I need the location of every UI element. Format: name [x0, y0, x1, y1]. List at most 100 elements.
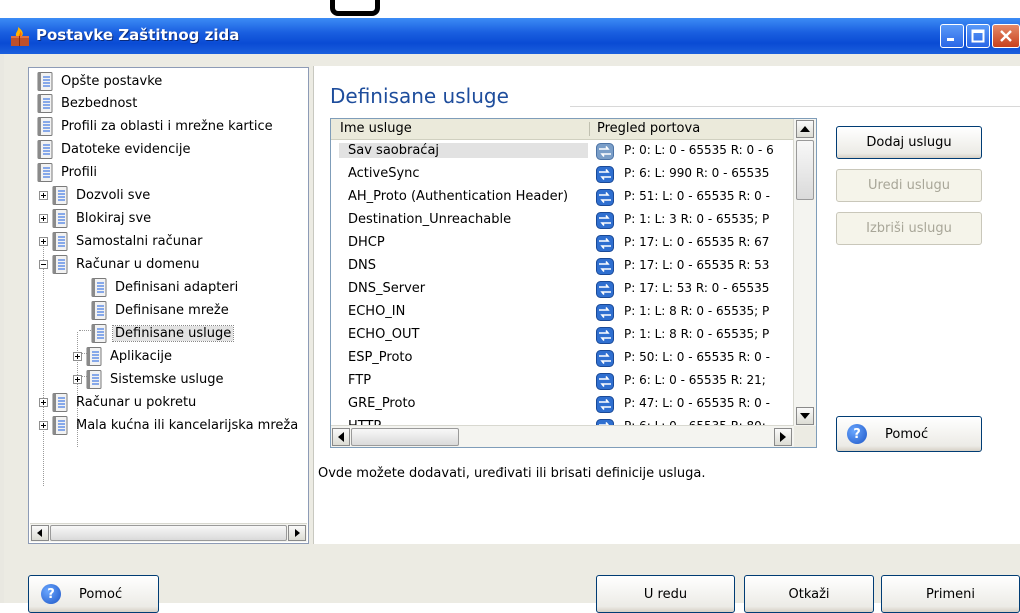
tree-connector	[79, 330, 91, 331]
cancel-button[interactable]: Otkaži	[744, 575, 874, 613]
collapse-minus-icon[interactable]	[39, 259, 48, 269]
apply-button[interactable]: Primeni	[881, 575, 1020, 613]
close-button[interactable]	[992, 24, 1020, 48]
tree-item-label: Definisani adapteri	[115, 279, 239, 295]
tree-item-standalone-computer[interactable]: Samostalni računar	[39, 230, 205, 252]
port-arrows-icon	[596, 327, 614, 344]
maximize-button[interactable]	[966, 24, 990, 48]
list-vertical-scrollbar[interactable]	[793, 119, 816, 427]
ok-label: U redu	[643, 586, 688, 602]
scroll-thumb[interactable]	[796, 140, 814, 200]
tree-item-defined-networks[interactable]: Definisane mreže	[91, 299, 231, 321]
list-row[interactable]: FTP P: 6: L: 0 - 65535 R: 21;	[331, 370, 794, 393]
settings-doc-icon	[37, 71, 53, 91]
tree-item-area-profiles[interactable]: Profili za oblasti i mrežne kartice	[37, 115, 275, 137]
scroll-thumb[interactable]	[50, 525, 287, 541]
service-ports: P: 51: L: 0 - 65535 R: 0 -	[624, 189, 770, 203]
list-row[interactable]: Destination_Unreachable P: 1: L: 3 R: 0 -…	[331, 209, 794, 232]
minimize-button[interactable]	[940, 24, 964, 48]
settings-tree[interactable]: Opšte postavke Bezbednost Profili za obl…	[28, 67, 309, 544]
tree-item-defined-services[interactable]: Definisane usluge	[91, 322, 235, 344]
service-ports: P: 0: L: 0 - 65535 R: 0 - 6	[624, 143, 774, 157]
expand-plus-icon[interactable]	[73, 374, 82, 384]
edit-service-button[interactable]: Uredi uslugu	[836, 169, 982, 202]
tree-item-system-services[interactable]: Sistemske usluge	[73, 368, 225, 390]
tree-item-label: Računar u pokretu	[76, 394, 197, 410]
scroll-up-button[interactable]	[796, 120, 814, 138]
service-name: Sav saobraćaj	[339, 143, 588, 158]
list-row[interactable]: Sav saobraćaj P: 0: L: 0 - 65535 R: 0 - 6	[331, 140, 794, 163]
settings-doc-icon	[52, 392, 68, 412]
tree-item-label: Profili	[61, 164, 98, 180]
close-icon	[1000, 30, 1012, 42]
scroll-right-button[interactable]	[288, 525, 306, 541]
expand-plus-icon[interactable]	[39, 236, 48, 246]
service-ports: P: 1: L: 8 R: 0 - 65535; P	[624, 304, 770, 318]
firewall-settings-window: Postavke Zaštitnog zida Opšte postavke B…	[0, 18, 1020, 613]
settings-doc-icon	[37, 116, 53, 136]
list-row[interactable]: ActiveSync P: 6: L: 990 R: 0 - 65535	[331, 163, 794, 186]
tree-item-log-files[interactable]: Datoteke evidencije	[37, 138, 192, 160]
settings-doc-icon	[52, 185, 68, 205]
port-arrows-icon	[596, 143, 614, 160]
settings-doc-icon	[52, 231, 68, 251]
settings-doc-icon	[52, 415, 68, 435]
delete-service-button[interactable]: Izbriši uslugu	[836, 212, 982, 245]
list-row[interactable]: DNS_Server P: 17: L: 53 R: 0 - 65535	[331, 278, 794, 301]
tree-item-small-office-network[interactable]: Mala kućna ili kancelarijska mreža	[39, 414, 300, 436]
list-row[interactable]: DHCP P: 17: L: 0 - 65535 R: 67	[331, 232, 794, 255]
expand-plus-icon[interactable]	[39, 397, 48, 407]
list-row[interactable]: DNS P: 17: L: 0 - 65535 R: 53	[331, 255, 794, 278]
tree-item-general[interactable]: Opšte postavke	[37, 70, 164, 92]
service-ports: P: 6: L: 0 - 65535 R: 21;	[624, 373, 766, 387]
ok-button[interactable]: U redu	[596, 575, 735, 613]
tree-horizontal-scrollbar[interactable]	[30, 523, 307, 542]
services-panel: Definisane usluge Ime usluge Pregled por…	[313, 66, 1020, 544]
arrow-left-icon	[37, 529, 42, 537]
service-ports: P: 1: L: 3 R: 0 - 65535; P	[624, 212, 770, 226]
panel-help-button[interactable]: ? Pomoć	[836, 416, 982, 452]
tree-item-label: Definisane mreže	[115, 302, 229, 318]
tree-item-domain-computer[interactable]: Računar u domenu	[39, 253, 202, 275]
expand-plus-icon[interactable]	[39, 213, 48, 223]
tree-item-security[interactable]: Bezbednost	[37, 92, 139, 114]
list-row[interactable]: AH_Proto (Authentication Header) P: 51: L…	[331, 186, 794, 209]
column-separator[interactable]	[589, 122, 590, 136]
scroll-down-button[interactable]	[796, 407, 814, 425]
tree-item-block-all[interactable]: Blokiraj sve	[39, 207, 153, 229]
list-row[interactable]: ECHO_IN P: 1: L: 8 R: 0 - 65535; P	[331, 301, 794, 324]
list-horizontal-scrollbar[interactable]	[331, 425, 794, 447]
settings-doc-icon	[86, 346, 102, 366]
column-header-name[interactable]: Ime usluge	[340, 121, 412, 136]
services-list[interactable]: Ime usluge Pregled portova Sav saobraćaj…	[330, 118, 817, 448]
service-name: GRE_Proto	[348, 396, 416, 411]
port-arrows-icon	[596, 304, 614, 321]
footer-help-button[interactable]: ? Pomoć	[28, 575, 159, 613]
expand-plus-icon[interactable]	[39, 190, 48, 200]
service-ports: P: 17: L: 0 - 65535 R: 53	[624, 258, 770, 272]
tree-item-allow-all[interactable]: Dozvoli sve	[39, 184, 152, 206]
list-row[interactable]: GRE_Proto P: 47: L: 0 - 65535 R: 0 -	[331, 393, 794, 416]
edit-service-label: Uredi uslugu	[868, 178, 950, 193]
scroll-left-button[interactable]	[31, 525, 49, 541]
scroll-right-button[interactable]	[774, 428, 792, 446]
column-header-ports[interactable]: Pregled portova	[597, 121, 700, 136]
tree-item-profiles[interactable]: Profili	[37, 161, 99, 183]
service-name: ESP_Proto	[348, 350, 413, 365]
tree-item-mobile-computer[interactable]: Računar u pokretu	[39, 391, 198, 413]
settings-doc-icon	[52, 208, 68, 228]
settings-doc-icon	[37, 93, 53, 113]
tree-item-defined-adapters[interactable]: Definisani adapteri	[91, 276, 240, 298]
help-icon: ?	[41, 584, 61, 604]
scroll-left-button[interactable]	[332, 428, 350, 446]
list-row[interactable]: ESP_Proto P: 50: L: 0 - 65535 R: 0 -	[331, 347, 794, 370]
add-service-button[interactable]: Dodaj uslugu	[836, 126, 982, 159]
expand-plus-icon[interactable]	[39, 420, 48, 430]
port-arrows-icon	[596, 396, 614, 413]
tree-item-applications[interactable]: Aplikacije	[73, 345, 174, 367]
scroll-thumb[interactable]	[351, 428, 459, 446]
port-arrows-icon	[596, 373, 614, 390]
expand-plus-icon[interactable]	[73, 351, 82, 361]
list-row[interactable]: ECHO_OUT P: 1: L: 8 R: 0 - 65535; P	[331, 324, 794, 347]
scrollbar-corner	[794, 426, 816, 447]
